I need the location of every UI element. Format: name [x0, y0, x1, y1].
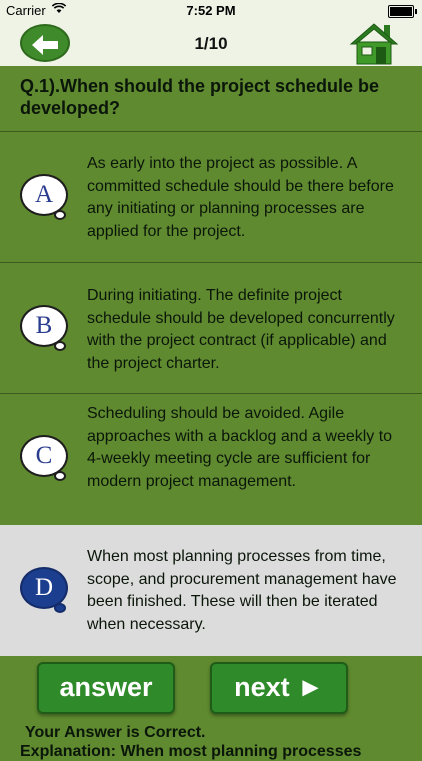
- option-a-text: As early into the project as possible. A…: [87, 155, 394, 240]
- status-bar: Carrier 7:52 PM: [0, 0, 422, 22]
- option-b[interactable]: B During initiating. The definite projec…: [0, 263, 422, 393]
- result-status: Your Answer is Correct.: [25, 724, 206, 741]
- option-b-bubble-icon: B: [20, 305, 70, 351]
- question-text: Q.1).When should the project schedule be…: [20, 76, 380, 118]
- home-button[interactable]: [348, 22, 400, 66]
- option-d-text: When most planning processes from time, …: [87, 548, 397, 633]
- explanation-text: Explanation: When most planning processe…: [20, 743, 362, 760]
- option-c-bubble-icon: C: [20, 435, 70, 481]
- option-b-text: During initiating. The definite project …: [87, 287, 395, 372]
- option-d-bubble-icon: D: [20, 567, 70, 613]
- option-c-text: Scheduling should be avoided. Agile appr…: [87, 405, 393, 490]
- nav-bar: 1/10: [0, 22, 422, 66]
- next-button[interactable]: next ►: [210, 662, 348, 714]
- battery-icon: [388, 5, 417, 18]
- answer-button[interactable]: answer: [37, 662, 175, 714]
- option-c[interactable]: C Scheduling should be avoided. Agile ap…: [0, 394, 422, 525]
- option-d[interactable]: D When most planning processes from time…: [0, 525, 422, 656]
- clock: 7:52 PM: [186, 3, 236, 18]
- option-a-bubble-icon: A: [20, 174, 70, 220]
- home-icon: [349, 23, 399, 65]
- option-a[interactable]: A As early into the project as possible.…: [0, 132, 422, 262]
